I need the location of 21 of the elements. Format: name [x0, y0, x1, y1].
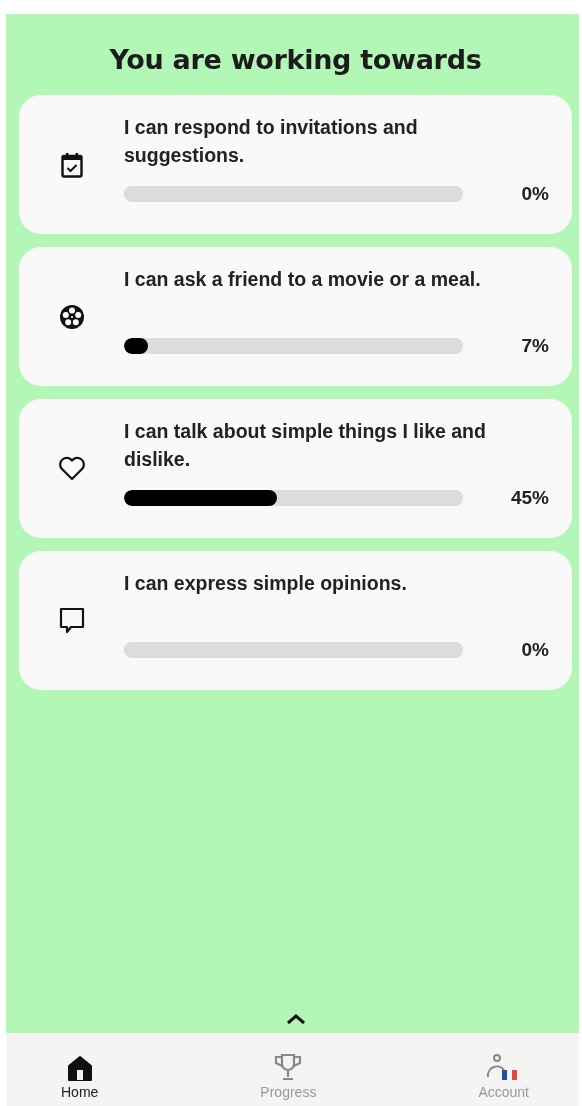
- goal-text: I can talk about simple things I like and dislike.: [124, 419, 487, 472]
- goal-card[interactable]: I can respond to invitations and suggestions. 0%: [19, 95, 572, 234]
- chevron-up-icon[interactable]: [285, 1013, 306, 1025]
- goal-card[interactable]: I can ask a friend to a movie or a meal. 7%: [19, 247, 572, 386]
- film-reel-icon: [58, 303, 85, 330]
- goal-text: I can express simple opinions.: [124, 571, 408, 596]
- goal-text: I can respond to invitations and suggestions.: [124, 115, 419, 168]
- speech-bubble-icon: [58, 606, 85, 635]
- home-icon: [66, 1054, 93, 1082]
- progress-percent: 0%: [521, 639, 549, 661]
- progress-percent: 45%: [510, 487, 549, 509]
- progress-percent: 7%: [521, 335, 549, 357]
- heart-icon: [57, 456, 86, 481]
- heading: You are working towards: [109, 44, 482, 75]
- trophy-icon: [273, 1052, 304, 1082]
- goal-card[interactable]: I can talk about simple things I like and dislike. 45%: [19, 399, 572, 538]
- progress-percent: 0%: [521, 183, 549, 205]
- calendar-check-icon: [60, 151, 83, 178]
- nav-tab[interactable]: Home: [61, 1033, 99, 1106]
- goal-text: I can ask a friend to a movie or a meal.: [124, 267, 482, 292]
- goal-card[interactable]: I can express simple opinions. 0%: [19, 551, 572, 690]
